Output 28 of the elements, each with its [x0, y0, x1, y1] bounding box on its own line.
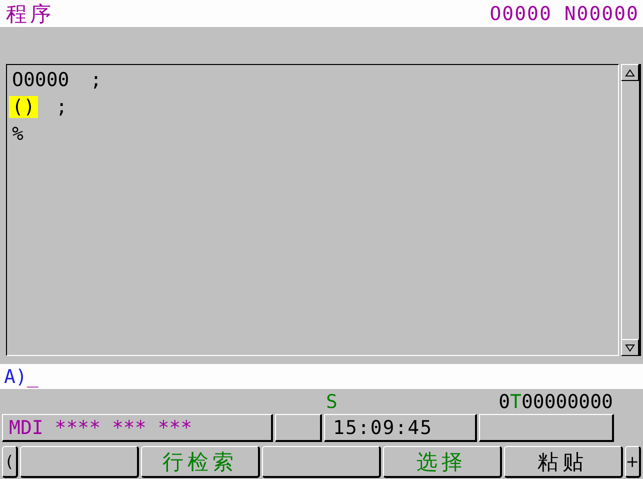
program-code: % — [11, 122, 24, 144]
scrollbar[interactable] — [621, 64, 641, 356]
up-triangle-icon — [625, 68, 635, 76]
program-number: O0000 N00000 — [490, 2, 639, 24]
block-end: ; — [56, 96, 68, 118]
tool-number: 00000000 — [521, 390, 613, 412]
spindle-label: S — [326, 390, 338, 412]
down-triangle-icon — [625, 344, 635, 352]
softkey[interactable]: 粘贴 — [504, 446, 623, 478]
input-field[interactable]: A)_ — [0, 364, 643, 389]
scroll-down-button[interactable] — [621, 339, 639, 356]
program-code: () — [9, 96, 38, 118]
softkey[interactable]: ( — [2, 446, 18, 478]
program-code: O0000 — [11, 68, 70, 90]
softkey[interactable] — [20, 446, 139, 478]
program-editor[interactable]: O0000 ; () ; % — [6, 64, 619, 356]
tool-label: T — [510, 390, 522, 412]
clock-time: 15:09:45 — [324, 414, 477, 442]
input-prompt: A) — [4, 366, 27, 388]
scroll-up-button[interactable] — [621, 64, 639, 81]
tool-prefix: 0 — [498, 390, 510, 412]
status-cell — [275, 414, 322, 442]
screen-title: 程序 — [6, 0, 54, 28]
input-cursor: _ — [26, 366, 38, 388]
softkey[interactable] — [262, 446, 381, 478]
mode-status: MDI **** *** *** — [2, 414, 273, 442]
block-end: ; — [90, 68, 102, 90]
softkey[interactable]: + — [624, 446, 642, 478]
